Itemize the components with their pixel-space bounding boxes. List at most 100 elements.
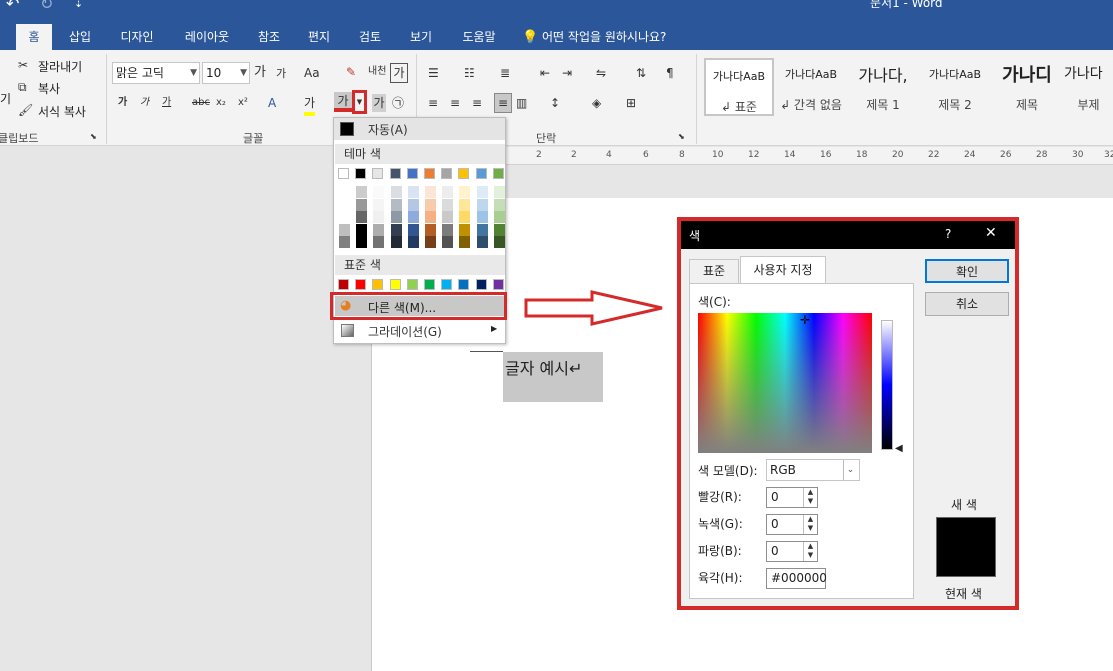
borders-icon[interactable]: ⊞: [626, 94, 636, 112]
multilevel-list-icon[interactable]: ≣: [500, 64, 510, 82]
font-color-dropdown-arrow[interactable]: ▼: [352, 90, 367, 114]
theme-shade-swatch[interactable]: [407, 198, 419, 211]
theme-color-swatch[interactable]: [355, 168, 367, 179]
strikethrough-button[interactable]: abc: [192, 94, 210, 112]
theme-color-swatch[interactable]: [441, 168, 453, 179]
char-border-button[interactable]: 가: [390, 63, 408, 83]
redo-icon[interactable]: ↻: [40, 0, 53, 13]
tab-review[interactable]: 검토: [352, 24, 388, 50]
standard-color-swatch[interactable]: [389, 279, 401, 290]
theme-shade-swatch[interactable]: [356, 211, 368, 223]
theme-shade-swatch[interactable]: [339, 223, 350, 236]
sort-icon[interactable]: ⇅: [636, 64, 646, 82]
theme-shade-swatch[interactable]: [493, 198, 505, 211]
theme-shade-swatch[interactable]: [373, 211, 385, 223]
shading-icon[interactable]: ◈: [592, 94, 601, 112]
style-subtitle[interactable]: 가나다 부제: [1064, 58, 1113, 116]
scissors-icon[interactable]: ✂: [18, 56, 28, 74]
tab-view[interactable]: 보기: [404, 24, 438, 50]
format-painter-button[interactable]: 서식 복사: [38, 103, 86, 120]
distributed-icon[interactable]: ▥: [516, 94, 527, 112]
theme-shade-swatch[interactable]: [459, 186, 471, 198]
phonetic-guide-button[interactable]: 내천: [368, 63, 386, 81]
theme-shade-swatch[interactable]: [339, 236, 350, 248]
paste-label-partial[interactable]: 기: [0, 90, 11, 107]
font-name-combo[interactable]: 맑은 고딕 ▼: [112, 62, 200, 84]
theme-color-swatch[interactable]: [424, 168, 435, 179]
standard-color-swatch[interactable]: [441, 279, 453, 290]
theme-shade-swatch[interactable]: [493, 236, 505, 248]
theme-shade-swatch[interactable]: [459, 198, 471, 211]
underline-button[interactable]: 가: [162, 94, 171, 112]
customize-quick-access-icon[interactable]: ⇣: [74, 0, 83, 10]
theme-shade-swatch[interactable]: [356, 236, 368, 248]
cut-button[interactable]: 잘라내기: [38, 58, 82, 75]
theme-shade-swatch[interactable]: [390, 211, 402, 223]
tab-layout[interactable]: 레이아웃: [176, 24, 238, 50]
line-spacing-icon[interactable]: ↕: [550, 94, 560, 112]
numbering-icon[interactable]: ☷: [464, 64, 475, 82]
theme-shade-swatch[interactable]: [459, 223, 471, 236]
bullets-icon[interactable]: ☰: [428, 64, 439, 82]
justify-icon[interactable]: ≡: [494, 93, 512, 113]
tab-insert[interactable]: 삽입: [62, 24, 98, 50]
auto-color-item[interactable]: 자동(A): [334, 118, 505, 140]
theme-shade-swatch[interactable]: [407, 236, 419, 248]
theme-shade-swatch[interactable]: [493, 223, 505, 236]
undo-icon[interactable]: ↶: [6, 0, 19, 13]
tab-design[interactable]: 디자인: [112, 24, 162, 50]
theme-shade-swatch[interactable]: [407, 211, 419, 223]
tab-mailings[interactable]: 편지: [302, 24, 336, 50]
font-size-combo[interactable]: 10 ▼: [202, 62, 250, 84]
standard-color-swatch[interactable]: [338, 279, 349, 290]
copy-button[interactable]: 복사: [38, 80, 60, 97]
theme-shade-swatch[interactable]: [476, 198, 488, 211]
tell-me-search[interactable]: 💡 어떤 작업을 원하시나요?: [522, 24, 692, 50]
style-title[interactable]: 가나디 제목: [994, 58, 1060, 116]
tab-references[interactable]: 참조: [252, 24, 286, 50]
italic-button[interactable]: 가: [140, 94, 149, 112]
theme-color-swatch[interactable]: [458, 168, 470, 179]
decrease-indent-icon[interactable]: ⇤: [540, 64, 550, 82]
style-normal[interactable]: 가나다AaB ↲ 표준: [704, 58, 774, 116]
standard-color-swatch[interactable]: [458, 279, 470, 290]
theme-shade-swatch[interactable]: [476, 211, 488, 223]
bold-button[interactable]: 가: [118, 94, 127, 112]
align-center-icon[interactable]: ≡: [450, 94, 460, 112]
highlight-color-button[interactable]: 가: [304, 94, 316, 116]
show-marks-icon[interactable]: ¶: [666, 64, 674, 82]
theme-color-swatch[interactable]: [338, 168, 349, 179]
theme-shade-swatch[interactable]: [425, 223, 436, 236]
theme-shade-swatch[interactable]: [425, 186, 436, 198]
text-effects-icon[interactable]: A: [268, 94, 276, 112]
theme-shade-swatch[interactable]: [373, 198, 385, 211]
theme-color-swatch[interactable]: [492, 168, 504, 179]
format-painter-icon[interactable]: 🖌: [18, 101, 33, 119]
theme-shade-swatch[interactable]: [476, 186, 488, 198]
standard-color-swatch[interactable]: [475, 279, 487, 290]
change-case-button[interactable]: Aa: [304, 64, 320, 82]
theme-shade-swatch[interactable]: [356, 223, 368, 236]
theme-shade-swatch[interactable]: [442, 186, 454, 198]
font-color-button[interactable]: 가: [334, 92, 352, 112]
standard-color-swatch[interactable]: [406, 279, 418, 290]
theme-shade-swatch[interactable]: [442, 211, 454, 223]
theme-shade-swatch[interactable]: [373, 223, 385, 236]
theme-shade-swatch[interactable]: [407, 223, 419, 236]
theme-shade-swatch[interactable]: [390, 186, 402, 198]
theme-shade-swatch[interactable]: [373, 236, 385, 248]
theme-color-swatch[interactable]: [372, 168, 384, 179]
theme-color-swatch[interactable]: [406, 168, 418, 179]
dialog-launcher-icon[interactable]: ⬊: [90, 128, 97, 146]
theme-shade-swatch[interactable]: [390, 223, 402, 236]
standard-color-swatch[interactable]: [355, 279, 367, 290]
asian-layout-icon[interactable]: ⇋: [596, 64, 606, 82]
copy-icon[interactable]: ⧉: [18, 78, 27, 96]
theme-shade-swatch[interactable]: [442, 198, 454, 211]
shrink-font-button[interactable]: 가: [276, 65, 286, 83]
theme-shade-swatch[interactable]: [493, 186, 505, 198]
clear-format-icon[interactable]: ✎: [346, 63, 356, 81]
superscript-button[interactable]: x²: [238, 94, 248, 112]
theme-shade-swatch[interactable]: [442, 223, 454, 236]
sample-text-selection[interactable]: 글자 예시↵: [503, 352, 603, 402]
